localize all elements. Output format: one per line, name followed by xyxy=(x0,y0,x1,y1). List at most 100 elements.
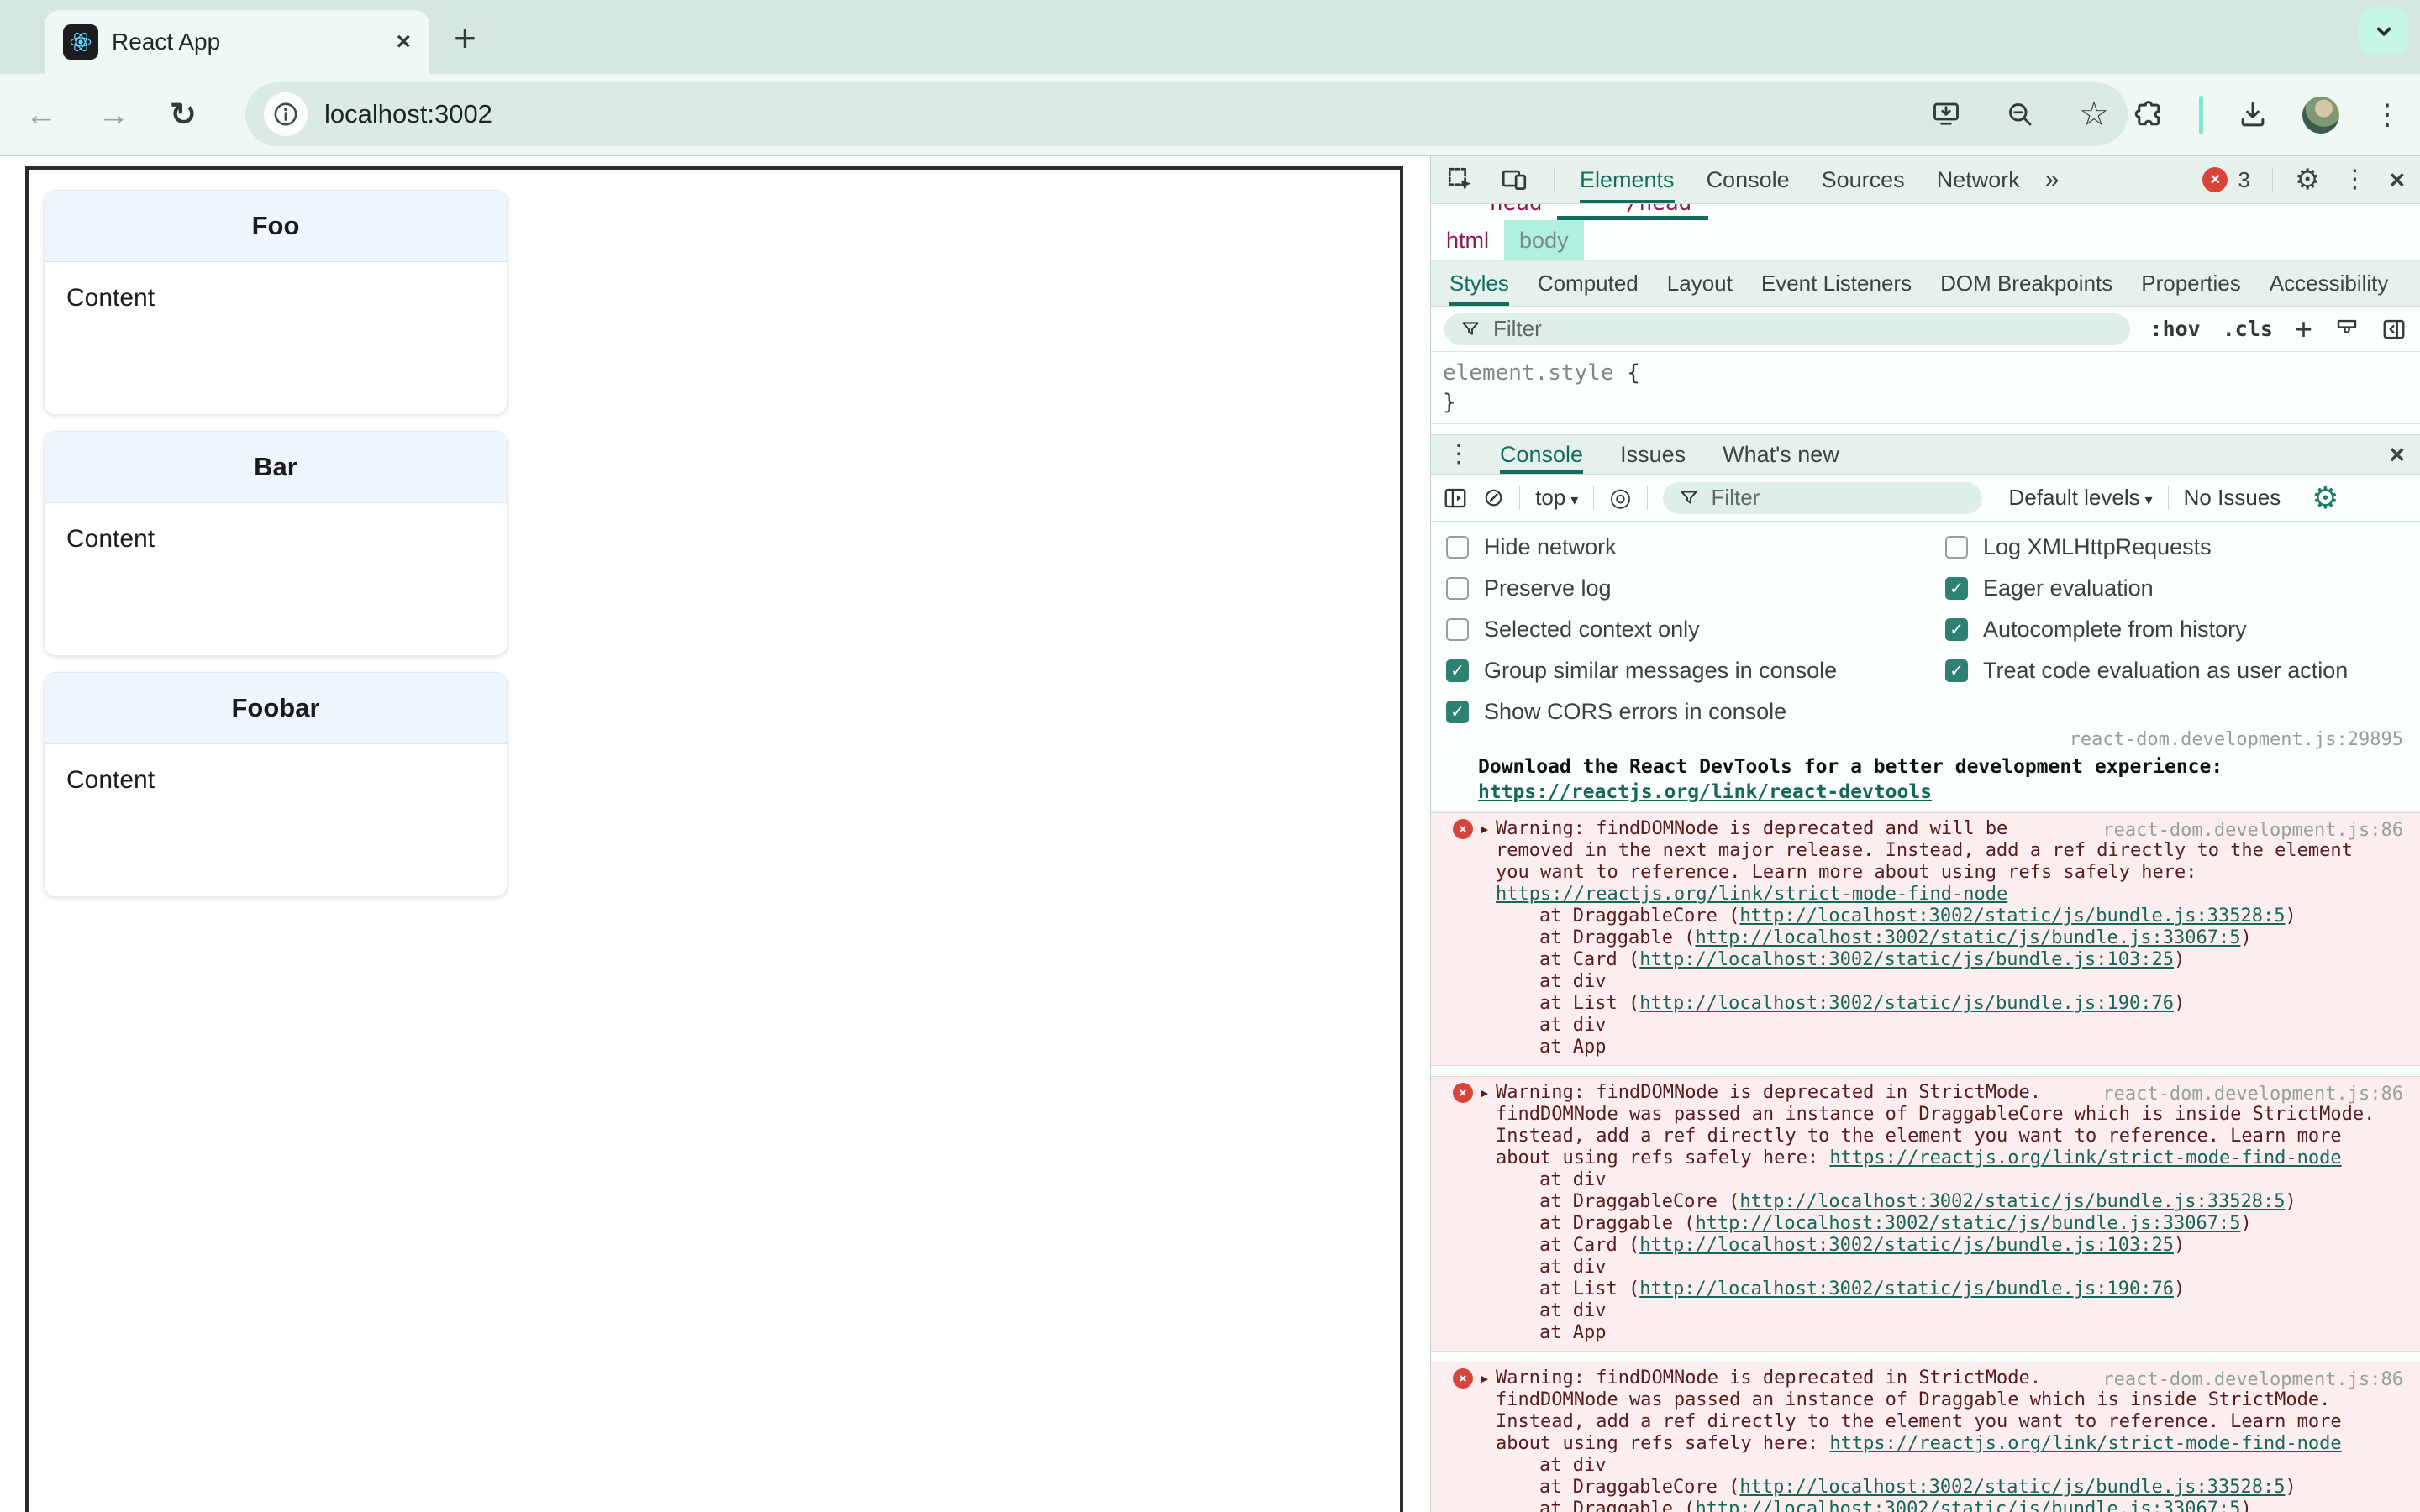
log-levels-dropdown[interactable]: Default levels ▾ xyxy=(2009,485,2153,511)
address-bar[interactable]: localhost:3002 ☆ xyxy=(245,82,2128,146)
error-badge-icon[interactable]: × xyxy=(2202,167,2228,192)
drawer-tab-console[interactable]: Console xyxy=(1500,435,1584,474)
tab-close-icon[interactable]: × xyxy=(396,29,411,55)
tab-sources[interactable]: Sources xyxy=(1822,156,1905,203)
setting-eager-evaluation[interactable]: ✓ Eager evaluation xyxy=(1945,568,2348,609)
error-count[interactable]: 3 xyxy=(2238,167,2249,193)
console-link[interactable]: http://localhost:3002/static/js/bundle.j… xyxy=(1739,906,2285,927)
console-link[interactable]: https://reactjs.org/link/strict-mode-fin… xyxy=(1829,1433,2341,1454)
setting-group-similar-messages-in-console[interactable]: ✓ Group similar messages in console xyxy=(1446,650,1837,691)
console-link[interactable]: http://localhost:3002/static/js/bundle.j… xyxy=(1639,1235,2174,1256)
profile-avatar[interactable] xyxy=(2302,96,2339,134)
setting-selected-context-only[interactable]: Selected context only xyxy=(1446,609,1837,650)
console-sidebar-toggle-icon[interactable] xyxy=(1443,486,1468,511)
console-link[interactable]: http://localhost:3002/static/js/bundle.j… xyxy=(1695,927,2240,948)
context-selector[interactable]: top ▾ xyxy=(1535,485,1578,511)
styles-tab-layout[interactable]: Layout xyxy=(1667,261,1733,306)
setting-preserve-log[interactable]: Preserve log xyxy=(1446,568,1837,609)
styles-tab-dom-breakpoints[interactable]: DOM Breakpoints xyxy=(1940,261,2112,306)
drawer-tab-what-s-new[interactable]: What's new xyxy=(1723,435,1839,474)
devtools-close-icon[interactable]: × xyxy=(2389,166,2405,193)
toggle-sidebar-icon[interactable] xyxy=(2381,317,2407,342)
url-text[interactable]: localhost:3002 xyxy=(324,99,492,129)
browser-menu-kebab-icon[interactable]: ⋮ xyxy=(2373,101,2402,129)
source-location[interactable]: react-dom.development.js:86 xyxy=(2102,1084,2403,1105)
install-app-icon[interactable] xyxy=(1931,99,1961,129)
clear-console-icon[interactable]: ⊘ xyxy=(1483,485,1504,511)
drawer-close-icon[interactable]: × xyxy=(2389,441,2405,468)
console-link[interactable]: http://localhost:3002/static/js/bundle.j… xyxy=(1739,1477,2285,1498)
tab-console[interactable]: Console xyxy=(1707,156,1790,203)
console-link[interactable]: http://localhost:3002/static/js/bundle.j… xyxy=(1639,949,2174,970)
new-style-rule-icon[interactable]: + xyxy=(2295,313,2312,344)
setting-log-xmlhttprequests[interactable]: Log XMLHttpRequests xyxy=(1945,527,2348,568)
zoom-out-icon[interactable] xyxy=(2005,99,2035,129)
checkbox-icon[interactable]: ✓ xyxy=(1945,618,1968,641)
console-link[interactable]: http://localhost:3002/static/js/bundle.j… xyxy=(1639,993,2174,1014)
breadcrumb-html[interactable]: html xyxy=(1431,220,1504,260)
tab-network[interactable]: Network xyxy=(1937,156,2020,203)
console-link[interactable]: https://reactjs.org/link/strict-mode-fin… xyxy=(1496,884,2007,905)
site-info-icon[interactable] xyxy=(264,92,308,136)
back-icon[interactable]: ← xyxy=(25,99,57,131)
checkbox-icon[interactable]: ✓ xyxy=(1945,577,1968,600)
card-foobar[interactable]: Foobar Content xyxy=(44,672,508,897)
drawer-kebab-icon[interactable]: ⋮ xyxy=(1446,442,1471,467)
console-link[interactable]: https://reactjs.org/link/react-devtools xyxy=(1478,781,1932,803)
checkbox-icon[interactable]: ✓ xyxy=(1945,659,1968,682)
tab-elements[interactable]: Elements xyxy=(1580,156,1675,203)
console-link[interactable]: http://localhost:3002/static/js/bundle.j… xyxy=(1739,1191,2285,1212)
issues-counter[interactable]: No Issues xyxy=(2184,485,2281,511)
console-settings-gear-icon[interactable]: ⚙ xyxy=(2312,482,2338,513)
styles-tab-computed[interactable]: Computed xyxy=(1538,261,1639,306)
drawer-tab-issues[interactable]: Issues xyxy=(1620,435,1686,474)
element-style-section[interactable]: element.style { } xyxy=(1431,352,2420,424)
source-location[interactable]: react-dom.development.js:86 xyxy=(2102,1369,2403,1391)
rendering-brush-icon[interactable] xyxy=(2334,317,2360,342)
toggle-class-button[interactable]: .cls xyxy=(2223,317,2273,341)
console-link[interactable]: https://reactjs.org/link/strict-mode-fin… xyxy=(1829,1147,2341,1168)
console-messages: react-dom.development.js:29895 Download t… xyxy=(1431,722,2420,1512)
toggle-hover-button[interactable]: :hov xyxy=(2150,317,2201,341)
setting-autocomplete-from-history[interactable]: ✓ Autocomplete from history xyxy=(1945,609,2348,650)
expand-caret-icon[interactable]: ▶ xyxy=(1481,1082,1488,1104)
forward-icon[interactable]: → xyxy=(97,99,129,131)
console-link[interactable]: http://localhost:3002/static/js/bundle.j… xyxy=(1639,1278,2174,1299)
device-toolbar-icon[interactable] xyxy=(1500,165,1528,194)
styles-tab-properties[interactable]: Properties xyxy=(2141,261,2241,306)
checkbox-icon[interactable]: ✓ xyxy=(1446,659,1469,682)
styles-tab-styles[interactable]: Styles xyxy=(1449,261,1509,306)
reload-icon[interactable]: ↻ xyxy=(170,99,197,131)
setting-treat-code-evaluation-as-user-action[interactable]: ✓ Treat code evaluation as user action xyxy=(1945,650,2348,691)
checkbox-icon[interactable]: ✓ xyxy=(1446,701,1469,723)
console-link[interactable]: http://localhost:3002/static/js/bundle.j… xyxy=(1695,1499,2240,1512)
setting-hide-network[interactable]: Hide network xyxy=(1446,527,1837,568)
source-location[interactable]: react-dom.development.js:86 xyxy=(2102,820,2403,842)
checkbox-icon[interactable] xyxy=(1945,536,1968,559)
expand-caret-icon[interactable]: ▶ xyxy=(1481,818,1488,840)
card-bar[interactable]: Bar Content xyxy=(44,431,508,656)
console-filter-input[interactable]: Filter xyxy=(1662,481,1982,514)
bookmark-star-icon[interactable]: ☆ xyxy=(2079,97,2109,131)
checkbox-icon[interactable] xyxy=(1446,536,1469,559)
new-tab-icon[interactable]: + xyxy=(454,15,476,60)
extensions-puzzle-icon[interactable] xyxy=(2133,99,2165,131)
checkbox-icon[interactable] xyxy=(1446,618,1469,641)
console-link[interactable]: http://localhost:3002/static/js/bundle.j… xyxy=(1695,1213,2240,1234)
expand-caret-icon[interactable]: ▶ xyxy=(1481,1368,1488,1389)
devtools-kebab-icon[interactable]: ⋮ xyxy=(2342,167,2367,192)
tab-search-chevron-button[interactable] xyxy=(2360,7,2408,55)
styles-tab-accessibility[interactable]: Accessibility xyxy=(2270,261,2389,306)
styles-tab-event-listeners[interactable]: Event Listeners xyxy=(1761,261,1912,306)
live-expression-icon[interactable]: ◎ xyxy=(1609,485,1631,511)
breadcrumb-body[interactable]: body xyxy=(1504,220,1584,260)
card-foo[interactable]: Foo Content xyxy=(44,190,508,415)
inspect-element-icon[interactable] xyxy=(1446,165,1475,194)
more-tabs-icon[interactable]: » xyxy=(2045,156,2060,203)
checkbox-icon[interactable] xyxy=(1446,577,1469,600)
browser-tab[interactable]: React App × xyxy=(45,10,429,74)
downloads-icon[interactable] xyxy=(2237,99,2269,131)
source-location[interactable]: react-dom.development.js:29895 xyxy=(2070,729,2403,750)
devtools-settings-gear-icon[interactable]: ⚙ xyxy=(2295,165,2320,194)
styles-filter-input[interactable]: Filter xyxy=(1444,312,2130,345)
